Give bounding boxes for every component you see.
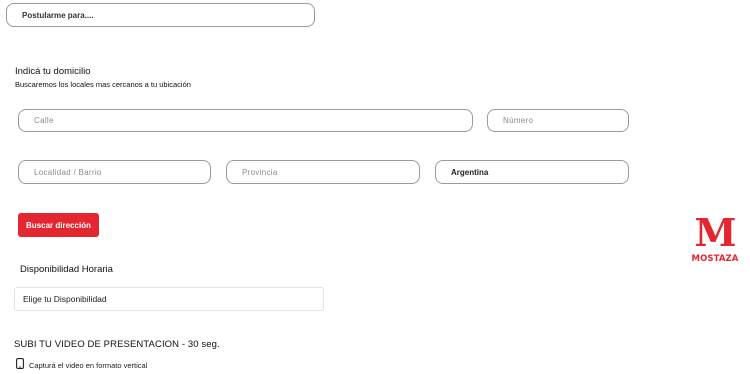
street-number-placeholder: Número: [503, 116, 534, 125]
province-placeholder: Provincia: [242, 167, 278, 177]
video-hint-row: Capturá el video en formato vertical: [16, 356, 147, 374]
apply-for-select[interactable]: Postularme para....: [6, 3, 315, 27]
availability-select[interactable]: Elige tu Disponibilidad: [14, 287, 324, 311]
street-input[interactable]: Calle: [18, 109, 473, 132]
address-title: Indicá tu domicilio: [15, 66, 91, 77]
video-hint: Capturá el video en formato vertical: [29, 360, 148, 370]
locality-input[interactable]: Localidad / Barrio: [18, 160, 211, 184]
availability-title: Disponibilidad Horaria: [20, 264, 113, 275]
country-value: Argentina: [451, 167, 489, 177]
street-placeholder: Calle: [34, 116, 54, 125]
locality-placeholder: Localidad / Barrio: [34, 167, 102, 177]
apply-for-value: Postularme para....: [22, 10, 94, 20]
province-input[interactable]: Provincia: [226, 160, 420, 184]
search-address-button[interactable]: Buscar dirección: [18, 213, 99, 237]
street-number-input[interactable]: Número: [487, 109, 629, 132]
logo-letter: M: [694, 210, 736, 255]
address-subtitle: Buscaremos los locales mas cercanos a tu…: [15, 80, 191, 89]
phone-icon: [16, 356, 24, 374]
country-input[interactable]: Argentina: [435, 160, 629, 184]
video-title: SUBI TU VIDEO DE PRESENTACION - 30 seg.: [14, 339, 220, 350]
mostaza-logo: M MOSTAZA: [690, 214, 740, 269]
logo-text: MOSTAZA: [691, 254, 739, 264]
availability-select-value: Elige tu Disponibilidad: [23, 294, 107, 304]
